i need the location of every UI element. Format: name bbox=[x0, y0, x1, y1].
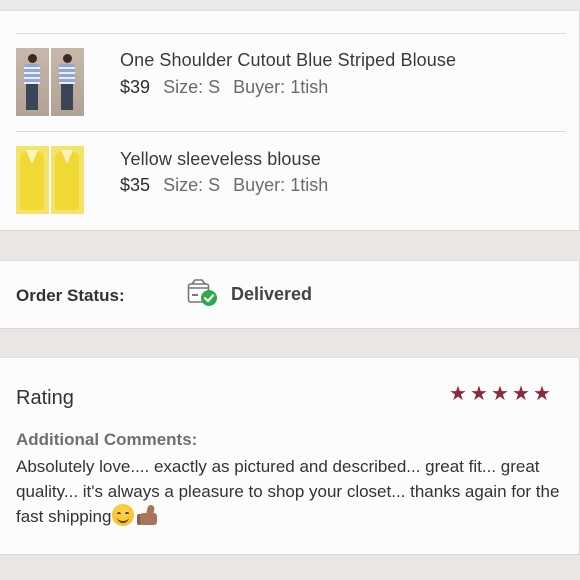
star-icon: ★ bbox=[491, 383, 509, 405]
product-photo-front bbox=[16, 48, 49, 116]
section-divider bbox=[0, 555, 580, 580]
item-title[interactable]: One Shoulder Cutout Blue Striped Blouse bbox=[120, 50, 456, 71]
star-icon: ★ bbox=[449, 383, 467, 405]
top-gap bbox=[0, 0, 580, 10]
star-icon: ★ bbox=[533, 383, 551, 405]
list-item[interactable]: Yellow sleeveless blouse $35 Size: S Buy… bbox=[16, 132, 566, 231]
order-status-value: Delivered bbox=[231, 284, 313, 304]
item-title[interactable]: Yellow sleeveless blouse bbox=[120, 149, 321, 170]
item-thumbnail[interactable] bbox=[16, 48, 84, 116]
buyer-value[interactable]: 1tish bbox=[290, 175, 328, 195]
product-photo-side bbox=[51, 48, 84, 116]
buyer-label: Buyer: bbox=[233, 77, 286, 97]
buyer-label: Buyer: bbox=[233, 175, 286, 195]
rating-card: Rating ★ ★ ★ ★ ★ Additional Comments: Ab… bbox=[0, 357, 580, 555]
list-item[interactable]: One Shoulder Cutout Blue Striped Blouse … bbox=[16, 33, 566, 132]
product-photo-back bbox=[51, 146, 84, 214]
additional-comments-label: Additional Comments: bbox=[16, 430, 198, 449]
rating-title: Rating bbox=[16, 387, 74, 409]
item-thumbnail[interactable] bbox=[16, 146, 84, 214]
comment-body: Absolutely love.... exactly as pictured … bbox=[16, 457, 560, 526]
section-divider bbox=[0, 329, 580, 357]
size-value: S bbox=[208, 77, 221, 97]
section-divider bbox=[0, 231, 580, 260]
size-value: S bbox=[208, 175, 221, 195]
order-status-card: Order Status: Delivered bbox=[0, 260, 580, 329]
size-label: Size: bbox=[163, 175, 204, 195]
package-delivered-icon bbox=[187, 279, 219, 309]
item-price: $39 bbox=[120, 77, 151, 97]
additional-comments-text: Absolutely love.... exactly as pictured … bbox=[16, 454, 572, 529]
size-label: Size: bbox=[163, 77, 204, 97]
thumbs-up-icon bbox=[137, 504, 161, 526]
item-price: $35 bbox=[120, 175, 151, 195]
buyer-value[interactable]: 1tish bbox=[290, 77, 328, 97]
star-rating: ★ ★ ★ ★ ★ bbox=[448, 384, 552, 404]
product-photo-front bbox=[16, 146, 49, 214]
star-icon: ★ bbox=[470, 383, 488, 405]
star-icon: ★ bbox=[512, 383, 530, 405]
item-meta: $35 Size: S Buyer: 1tish bbox=[120, 175, 328, 196]
order-status-label: Order Status: bbox=[16, 286, 125, 305]
item-meta: $39 Size: S Buyer: 1tish bbox=[120, 77, 328, 98]
smiling-face-icon bbox=[112, 504, 135, 526]
order-items-card: One Shoulder Cutout Blue Striped Blouse … bbox=[0, 10, 580, 231]
